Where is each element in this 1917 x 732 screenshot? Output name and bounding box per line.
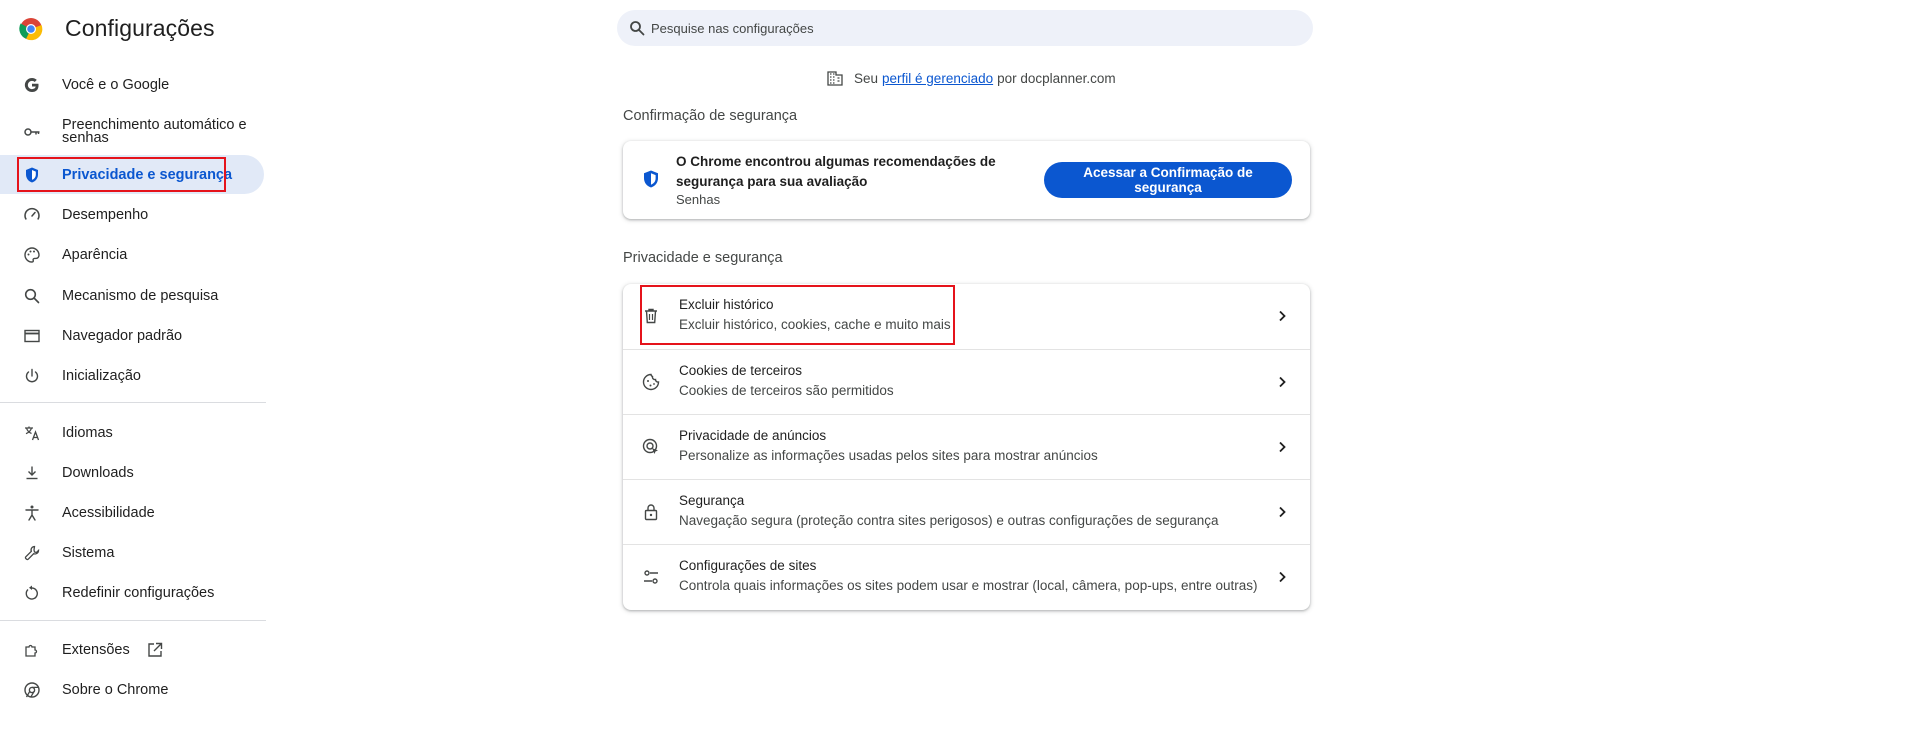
speedometer-icon [23,206,41,224]
cookie-icon [642,373,660,391]
safety-check-card: O Chrome encontrou algumas recomendações… [623,141,1310,219]
sidebar-item-label: Acessibilidade [62,505,155,521]
search-input[interactable] [651,20,1251,36]
sidebar-item-label: Redefinir configurações [62,585,215,601]
sidebar-item-default-browser[interactable]: Navegador padrão [0,323,264,349]
privacy-row-ad-privacy[interactable]: Privacidade de anúncios Personalize as i… [623,414,1310,479]
google-icon [23,76,41,94]
sidebar-item-performance[interactable]: Desempenho [0,202,264,228]
reset-icon [23,584,41,602]
sidebar-item-label: Desempenho [62,207,149,223]
chevron-right-icon [1279,441,1286,453]
sidebar-item-languages[interactable]: Idiomas [0,420,264,446]
browser-window-icon [23,327,41,345]
sidebar-item-label: Aparência [62,247,128,263]
sidebar-item-search-engine[interactable]: Mecanismo de pesquisa [0,283,264,309]
row-subtitle: Cookies de terceiros são permitidos [679,383,894,398]
lock-icon [644,504,658,521]
sidebar-item-accessibility[interactable]: Acessibilidade [0,500,264,526]
privacy-row-site-settings[interactable]: Configurações de sites Controla quais in… [623,544,1310,609]
managed-profile-notice: Seu perfil é gerenciado por docplanner.c… [826,69,1116,87]
shield-icon [23,166,41,184]
key-icon [23,123,41,141]
ad-privacy-icon [642,438,658,454]
external-link-icon [148,642,162,657]
wrench-icon [23,544,41,562]
privacy-card: Excluir histórico Excluir histórico, coo… [623,284,1310,610]
sidebar-item-you-and-google[interactable]: Você e o Google [0,72,264,98]
row-subtitle: Personalize as informações usadas pelos … [679,448,1098,463]
row-subtitle: Controla quais informações os sites pode… [679,578,1258,593]
sidebar-item-about-chrome[interactable]: Sobre o Chrome [0,677,264,703]
building-icon [827,71,843,86]
trash-icon [645,308,657,324]
privacy-row-security[interactable]: Segurança Navegação segura (proteção con… [623,479,1310,544]
power-icon [23,367,41,385]
puzzle-icon [23,641,41,659]
sidebar-item-label: Sistema [62,545,115,561]
search-icon [630,21,645,36]
privacy-row-third-party-cookies[interactable]: Cookies de terceiros Cookies de terceiro… [623,349,1310,414]
managed-prefix: Seu [854,70,879,86]
sidebar-item-label: Extensões [62,642,130,658]
safety-check-subtext: Senhas [676,192,721,207]
translate-icon [23,424,41,442]
row-subtitle: Excluir histórico, cookies, cache e muit… [679,317,951,332]
chevron-right-icon [1279,310,1286,322]
sidebar-item-extensions[interactable]: Extensões [0,637,264,663]
sidebar-item-autofill[interactable]: Preenchimento automático e senhas [0,117,264,147]
sidebar-item-label: Privacidade e segurança [62,166,233,183]
chevron-right-icon [1279,506,1286,518]
sidebar-item-label: Preenchimento automático e senhas [62,117,247,146]
shield-icon [644,170,658,188]
privacy-row-clear-history[interactable]: Excluir histórico Excluir histórico, coo… [623,284,1310,349]
sidebar-item-reset[interactable]: Redefinir configurações [0,580,264,606]
search-icon [23,287,41,305]
row-subtitle: Navegação segura (proteção contra sites … [679,513,1219,528]
row-title: Privacidade de anúncios [679,428,827,443]
row-title: Segurança [679,493,745,508]
managed-profile-link[interactable]: perfil é gerenciado [882,71,993,86]
safety-check-message: O Chrome encontrou algumas recomendações… [676,154,996,189]
safety-check-button[interactable]: Acessar a Confirmação de segurança [1044,162,1292,198]
sliders-icon [644,570,658,584]
sidebar-item-startup[interactable]: Inicialização [0,363,264,389]
row-title: Configurações de sites [679,558,817,573]
chevron-right-icon [1279,571,1286,583]
sidebar-item-label: Você e o Google [62,77,170,93]
sidebar-divider [0,402,266,403]
sidebar-item-downloads[interactable]: Downloads [0,460,264,486]
sidebar-item-label: Navegador padrão [62,328,183,344]
row-title: Excluir histórico [679,297,774,312]
sidebar-item-appearance[interactable]: Aparência [0,242,264,268]
privacy-section-title: Privacidade e segurança [623,250,783,266]
sidebar-divider [0,620,266,621]
sidebar-item-label: Inicialização [62,368,141,384]
search-bar[interactable] [617,10,1313,46]
managed-suffix: por docplanner.com [997,70,1116,86]
accessibility-icon [23,504,41,522]
sidebar-item-system[interactable]: Sistema [0,540,264,566]
chevron-right-icon [1279,376,1286,388]
sidebar-item-label: Downloads [62,465,134,481]
sidebar-item-label: Idiomas [62,425,113,441]
row-title: Cookies de terceiros [679,363,803,378]
sidebar: Você e o Google Preenchimento automático… [0,0,266,732]
download-icon [23,464,41,482]
sidebar-item-privacy[interactable]: Privacidade e segurança [0,155,264,194]
palette-icon [23,246,41,264]
sidebar-item-label: Sobre o Chrome [62,682,169,698]
chrome-icon [23,681,41,699]
safety-check-section-title: Confirmação de segurança [623,108,798,124]
sidebar-item-label: Mecanismo de pesquisa [62,288,219,304]
